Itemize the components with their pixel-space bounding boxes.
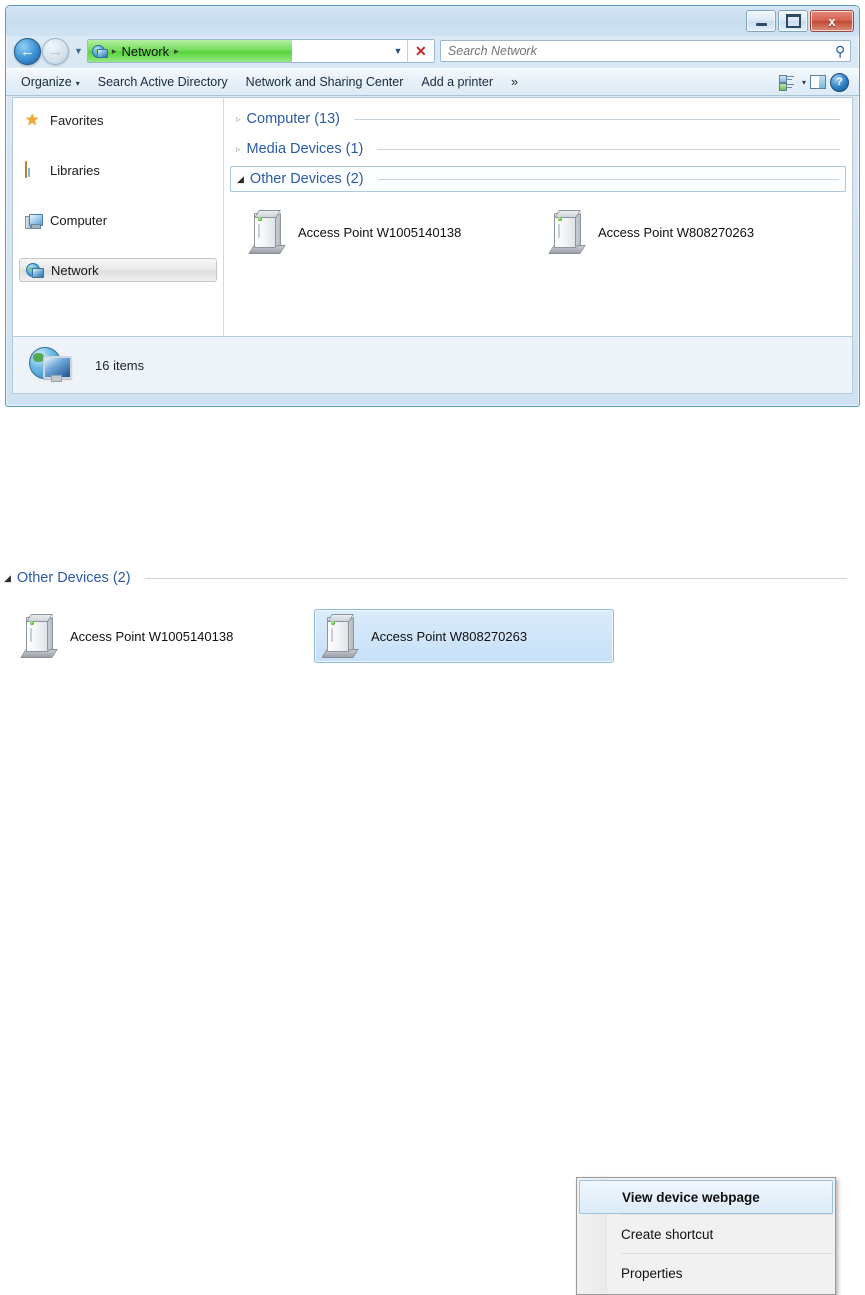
sidebar-item-favorites[interactable]: ★ Favorites: [19, 108, 217, 132]
access-point-icon: [20, 614, 58, 658]
maximize-button[interactable]: [778, 10, 808, 32]
network-status-icon: [29, 345, 73, 385]
access-point-icon: [321, 614, 359, 658]
list-item-label: Access Point W1005140138: [70, 628, 234, 644]
breadcrumb: ▸ Network ▸: [88, 44, 181, 59]
navigation-row: ← → ▼ ▸ Network ▸ ▼ ✕ ⚲: [6, 34, 859, 68]
close-icon: x: [828, 13, 836, 29]
device-row: Access Point W1005140138 Access Point W8…: [0, 595, 865, 663]
stop-refresh-button[interactable]: ✕: [406, 40, 434, 62]
network-globe-icon: [91, 44, 108, 59]
group-header-rule: [354, 118, 840, 120]
toolbar-icon-group: ▾ ?: [778, 72, 853, 92]
chevron-right-icon[interactable]: ▹: [236, 114, 241, 124]
group-header-other-devices[interactable]: ◢ Other Devices (2): [230, 166, 846, 192]
group-header-other-devices-detail[interactable]: ◢ Other Devices (2): [0, 565, 859, 591]
libraries-folder-icon: [25, 160, 42, 179]
context-menu: View device webpage Create shortcut Prop…: [576, 1177, 836, 1295]
change-view-icon[interactable]: [778, 74, 794, 91]
context-menu-item-view-device-webpage[interactable]: View device webpage: [579, 1180, 833, 1214]
group-header-label: Other Devices (2): [249, 171, 364, 187]
search-active-directory-button[interactable]: Search Active Directory: [89, 72, 237, 92]
explorer-window: x ← → ▼ ▸ Network ▸ ▼ ✕ ⚲: [5, 5, 860, 407]
network-icon: [26, 263, 44, 278]
list-item-label: Access Point W808270263: [371, 628, 528, 644]
navigation-pane: ★ Favorites Libraries Computer Network: [13, 98, 224, 336]
sidebar-item-label: Libraries: [50, 162, 100, 178]
breadcrumb-separator-leading: ▸: [111, 45, 117, 56]
status-bar: 16 items: [12, 337, 853, 394]
group-header-media-devices[interactable]: ▹ Media Devices (1): [230, 136, 846, 162]
list-item-selected[interactable]: Access Point W808270263: [314, 609, 614, 663]
file-list: ▹ Computer (13) ▹ Media Devices (1) ◢ Ot…: [224, 98, 852, 336]
list-item[interactable]: Access Point W808270263: [542, 206, 842, 258]
change-view-chevron-down-icon[interactable]: ▾: [802, 78, 806, 87]
window-body: ★ Favorites Libraries Computer Network ▹…: [12, 97, 853, 337]
group-header-computer[interactable]: ▹ Computer (13): [230, 106, 846, 132]
group-header-rule: [144, 577, 847, 579]
group-header-rule: [377, 148, 840, 150]
search-input[interactable]: [445, 43, 835, 59]
computer-icon: [25, 213, 43, 229]
context-menu-item-create-shortcut[interactable]: Create shortcut: [577, 1215, 835, 1253]
list-item[interactable]: Access Point W1005140138: [242, 206, 542, 258]
sidebar-item-computer[interactable]: Computer: [19, 208, 217, 232]
sidebar-item-network[interactable]: Network: [19, 258, 217, 282]
sidebar-item-label: Favorites: [50, 112, 104, 128]
address-dropdown-icon[interactable]: ▼: [388, 40, 408, 62]
group-header-label: Media Devices (1): [246, 141, 364, 157]
minimize-icon: [755, 22, 767, 26]
recent-pages-dropdown-icon[interactable]: ▼: [74, 46, 83, 56]
organize-label: Organize: [21, 75, 72, 89]
group-header-label: Other Devices (2): [16, 570, 131, 586]
device-row: Access Point W1005140138 Access Point W8…: [224, 196, 852, 258]
list-item-label: Access Point W808270263: [598, 224, 755, 240]
group-header-label: Computer (13): [246, 111, 341, 127]
breadcrumb-separator-trailing[interactable]: ▸: [172, 46, 181, 57]
sidebar-item-label: Computer: [50, 212, 108, 228]
title-bar: x: [6, 6, 859, 36]
add-a-printer-button[interactable]: Add a printer: [412, 72, 502, 92]
sidebar-item-label: Network: [51, 262, 99, 278]
forward-button[interactable]: →: [42, 37, 69, 65]
access-point-icon: [548, 210, 586, 254]
status-item-count: 16 items: [95, 357, 145, 373]
network-and-sharing-center-button[interactable]: Network and Sharing Center: [237, 72, 413, 92]
minimize-button[interactable]: [746, 10, 776, 32]
context-menu-item-properties[interactable]: Properties: [577, 1254, 835, 1292]
list-item-label: Access Point W1005140138: [298, 224, 462, 240]
chevron-down-icon[interactable]: ◢: [4, 573, 11, 583]
help-icon[interactable]: ?: [830, 72, 849, 92]
preview-pane-icon[interactable]: [810, 75, 826, 89]
search-box[interactable]: ⚲: [439, 40, 851, 62]
back-button[interactable]: ←: [14, 37, 41, 65]
detail-panel: ◢ Other Devices (2) Access Point W100514…: [0, 565, 865, 1295]
list-item[interactable]: Access Point W1005140138: [14, 610, 314, 662]
sidebar-item-libraries[interactable]: Libraries: [19, 158, 217, 182]
search-icon: ⚲: [834, 42, 845, 59]
star-icon: ★: [25, 111, 40, 129]
maximize-icon: [785, 14, 801, 28]
chevron-right-icon[interactable]: ▹: [236, 144, 241, 154]
window-controls: x: [746, 10, 854, 32]
group-header-rule: [377, 178, 839, 180]
organize-button[interactable]: Organize ▾: [12, 72, 89, 92]
chevron-down-icon[interactable]: ◢: [237, 174, 244, 184]
address-bar[interactable]: ▸ Network ▸ ▼ ✕: [86, 39, 435, 63]
toolbar: Organize ▾ Search Active Directory Networ…: [6, 68, 859, 96]
chevron-down-icon: ▾: [75, 79, 80, 88]
close-button[interactable]: x: [810, 10, 854, 32]
toolbar-overflow-button[interactable]: »: [502, 72, 527, 92]
breadcrumb-item-network[interactable]: Network: [121, 44, 169, 59]
access-point-icon: [248, 210, 286, 254]
